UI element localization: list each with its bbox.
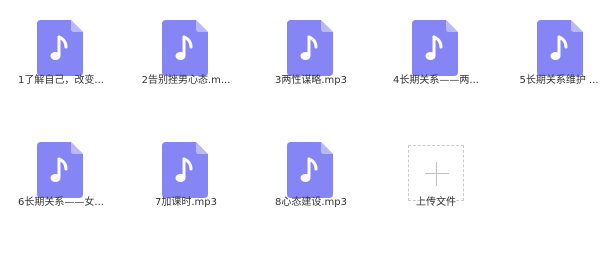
file-name: 4长期关系——两...	[393, 75, 479, 86]
music-file-icon	[162, 20, 208, 76]
file-name: 5长期关系维护 ...	[519, 75, 599, 86]
file-grid: 1了解自己，改变... 2告别挫男心态.m... 3两性谋略.mp3 4长期关系…	[0, 0, 600, 257]
file-item[interactable]: 7加课时.mp3	[125, 122, 247, 232]
file-item[interactable]: 4长期关系——两...	[375, 0, 497, 110]
file-item[interactable]: 8心态建设.mp3	[250, 122, 372, 232]
upload-label: 上传文件	[416, 197, 456, 208]
file-item[interactable]: 3两性谋略.mp3	[250, 0, 372, 110]
music-file-icon	[537, 20, 583, 76]
file-name: 3两性谋略.mp3	[275, 75, 347, 86]
file-name: 8心态建设.mp3	[275, 197, 347, 208]
file-name: 7加课时.mp3	[155, 197, 217, 208]
music-file-icon	[287, 142, 333, 198]
upload-button[interactable]: 上传文件	[375, 122, 497, 232]
plus-icon	[425, 173, 449, 174]
file-name: 2告别挫男心态.m...	[141, 75, 231, 86]
file-item[interactable]: 6长期关系——女...	[0, 122, 122, 232]
file-name: 6长期关系——女...	[18, 197, 104, 208]
music-file-icon	[37, 20, 83, 76]
music-file-icon	[37, 142, 83, 198]
music-file-icon	[287, 20, 333, 76]
file-item[interactable]: 1了解自己，改变...	[0, 0, 122, 110]
file-item[interactable]: 5长期关系维护 ...	[500, 0, 600, 110]
file-name: 1了解自己，改变...	[18, 75, 104, 86]
upload-box[interactable]	[408, 145, 464, 201]
music-file-icon	[162, 142, 208, 198]
file-item[interactable]: 2告别挫男心态.m...	[125, 0, 247, 110]
music-file-icon	[412, 20, 458, 76]
plus-icon	[436, 162, 437, 186]
